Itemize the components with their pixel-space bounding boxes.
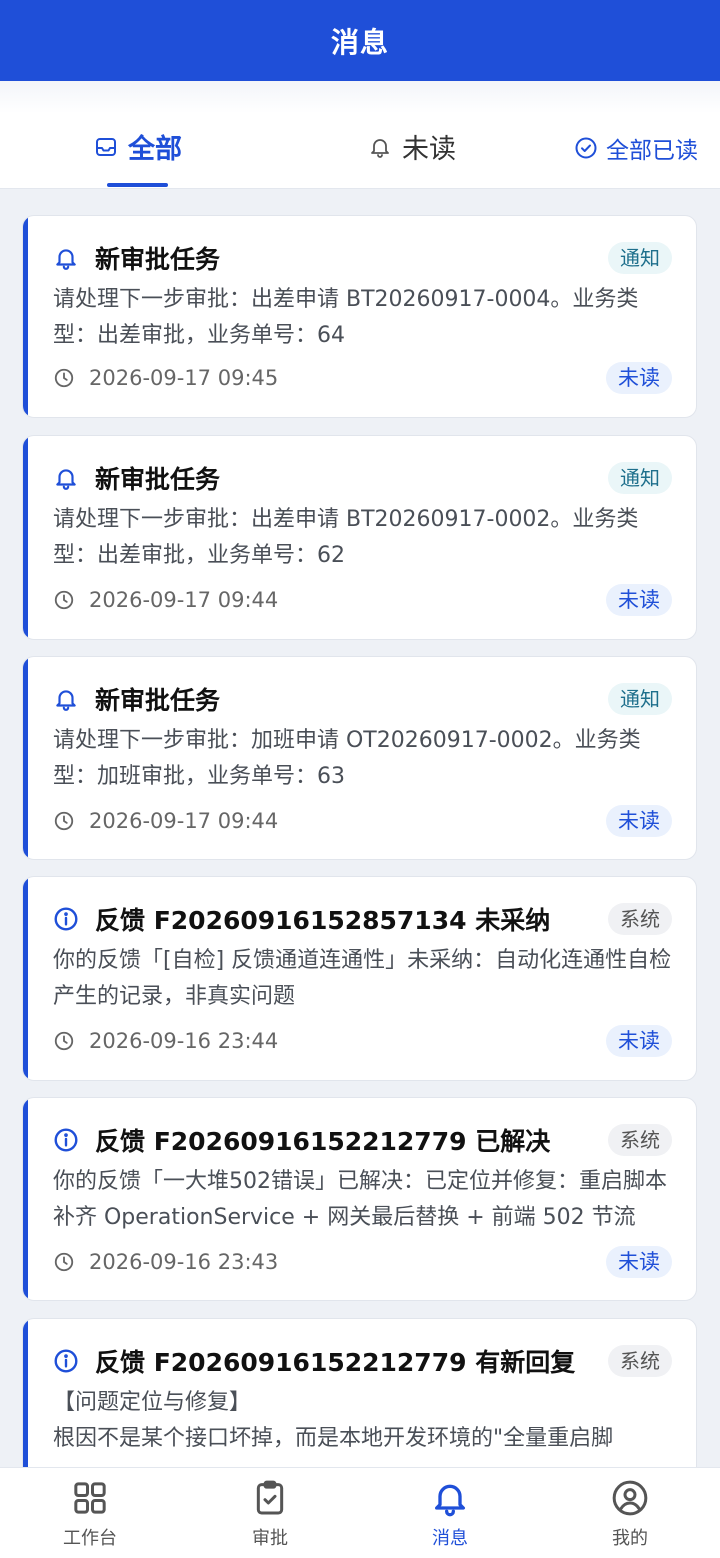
nav-label: 消息 (432, 1528, 468, 1549)
nav-label: 工作台 (63, 1528, 117, 1549)
check-circle-icon (575, 137, 597, 159)
message-title: 新审批任务 (95, 245, 221, 274)
inbox-icon (96, 137, 116, 156)
message-title: 反馈 F20260916152212779 已解决 (95, 1127, 551, 1156)
tab-all-label: 全部 (128, 134, 182, 165)
bell-icon (56, 249, 76, 270)
clock-icon (54, 368, 74, 388)
message-title: 新审批任务 (95, 465, 221, 494)
unread-badge: 未读 (606, 805, 672, 837)
message-time: 2026-09-17 09:44 (89, 588, 279, 612)
nav-item-approval[interactable]: 审批 (180, 1468, 360, 1558)
unread-badge: 未读 (606, 1025, 672, 1057)
message-title: 新审批任务 (95, 686, 221, 715)
info-icon (54, 1128, 78, 1152)
mark-all-read-label: 全部已读 (606, 138, 698, 164)
unread-badge: 未读 (606, 584, 672, 616)
bell-icon (56, 469, 76, 490)
message-body: 【问题定位与修复】 根因不是某个接口坏掉，而是本地开发环境的"全量重启脚 (53, 1390, 614, 1451)
message-card[interactable]: 反馈 F20260916152212779 已解决 系统 你的反馈「一大堆502… (22, 1097, 697, 1301)
message-body: 请处理下一步审批：加班申请 OT20260917-0002。业务类型：加班审批，… (53, 728, 641, 789)
message-card[interactable]: 新审批任务 通知 请处理下一步审批：出差申请 BT20260917-0004。业… (22, 215, 697, 418)
message-body: 你的反馈「一大堆502错误」已解决：已定位并修复：重启脚本补齐 Operatio… (53, 1169, 667, 1230)
clock-icon (54, 811, 74, 831)
message-card[interactable]: 新审批任务 通知 请处理下一步审批：出差申请 BT20260917-0002。业… (22, 435, 697, 640)
message-tabs: 全部 未读 全部已读 (0, 81, 720, 189)
tab-unread-label: 未读 (402, 134, 456, 165)
info-icon (54, 907, 78, 931)
message-body: 请处理下一步审批：出差申请 BT20260917-0004。业务类型：出差审批，… (53, 287, 639, 348)
category-badge: 通知 (608, 242, 672, 274)
category-badge: 通知 (608, 683, 672, 715)
unread-badge: 未读 (606, 1246, 672, 1278)
message-card[interactable]: 反馈 F20260916152857134 未采纳 系统 你的反馈「[自检] 反… (22, 876, 697, 1081)
category-badge: 系统 (608, 1124, 672, 1156)
message-time: 2026-09-17 09:44 (89, 809, 279, 833)
message-time: 2026-09-17 09:45 (89, 366, 279, 390)
clock-icon (54, 1031, 74, 1051)
nav-item-workbench[interactable]: 工作台 (0, 1468, 180, 1558)
nav-label: 审批 (252, 1528, 288, 1549)
category-badge: 系统 (608, 903, 672, 935)
mark-all-read-button[interactable]: 全部已读 (574, 131, 698, 165)
info-icon (54, 1349, 78, 1373)
active-tab-indicator (107, 183, 168, 187)
message-body: 请处理下一步审批：出差申请 BT20260917-0002。业务类型：出差审批，… (53, 507, 639, 568)
message-body: 你的反馈「[自检] 反馈通道连通性」未采纳：自动化连通性自检产生的记录，非真实问… (53, 948, 672, 1009)
unread-badge: 未读 (606, 362, 672, 394)
nav-item-messages[interactable]: 消息 (360, 1468, 540, 1558)
bottom-nav: 工作台 审批 消息 我的 (0, 1467, 720, 1558)
bell-icon (56, 690, 76, 711)
message-time: 2026-09-16 23:44 (89, 1029, 279, 1053)
user-circle-icon (612, 1480, 648, 1516)
message-card[interactable]: 反馈 F20260916152212779 有新回复 系统 【问题定位与修复】 … (22, 1318, 697, 1467)
tab-unread[interactable]: 未读 (368, 127, 456, 166)
bell-icon (371, 138, 389, 158)
app-header: 消息 (0, 0, 720, 81)
tab-all[interactable]: 全部 (94, 127, 182, 166)
page-title: 消息 (330, 25, 389, 59)
message-list[interactable]: 新审批任务 通知 请处理下一步审批：出差申请 BT20260917-0004。业… (0, 189, 720, 1467)
bell-icon (435, 1484, 465, 1517)
message-time: 2026-09-16 23:43 (89, 1250, 279, 1274)
grid-icon (74, 1482, 106, 1514)
nav-label: 我的 (612, 1528, 648, 1549)
clock-icon (54, 590, 74, 610)
message-title: 反馈 F20260916152857134 未采纳 (95, 906, 551, 935)
category-badge: 通知 (608, 462, 672, 494)
message-title: 反馈 F20260916152212779 有新回复 (95, 1348, 576, 1377)
nav-item-mine[interactable]: 我的 (540, 1468, 720, 1558)
clock-icon (54, 1252, 74, 1272)
clipboard-check-icon (256, 1480, 284, 1515)
message-card[interactable]: 新审批任务 通知 请处理下一步审批：加班申请 OT20260917-0002。业… (22, 656, 697, 860)
category-badge: 系统 (608, 1345, 672, 1377)
